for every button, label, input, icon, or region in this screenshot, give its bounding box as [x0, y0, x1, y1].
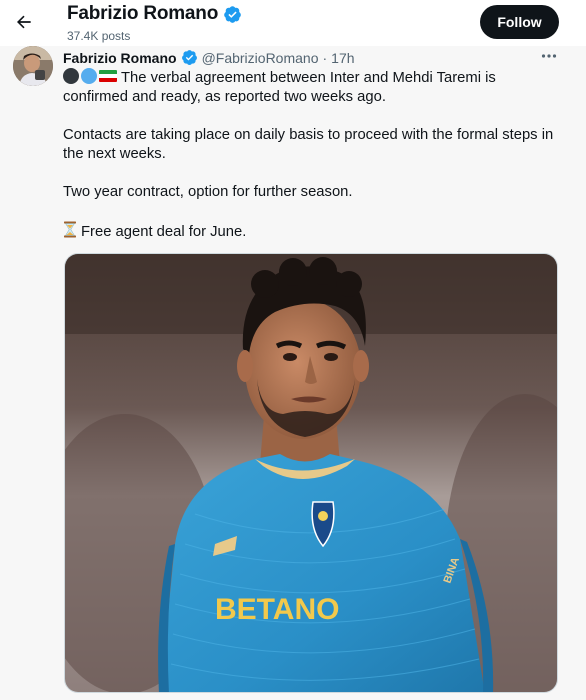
emoji-group — [63, 68, 117, 84]
black-circle-icon — [63, 68, 79, 84]
tweet-meta: Fabrizio Romano @FabrizioRomano · 17h — [63, 49, 355, 66]
tweet-time[interactable]: 17h — [331, 50, 354, 66]
author-name[interactable]: Fabrizio Romano — [63, 50, 177, 66]
post-count: 37.4K posts — [67, 29, 131, 43]
profile-title: Fabrizio Romano — [67, 3, 242, 25]
back-arrow-icon — [17, 15, 31, 29]
verified-badge-icon — [181, 50, 197, 65]
tweet-text: The verbal agreement between Inter and M… — [63, 68, 563, 261]
blue-circle-icon — [81, 68, 97, 84]
avatar[interactable] — [13, 46, 53, 86]
tweet-paragraph-1: The verbal agreement between Inter and M… — [63, 68, 563, 107]
tweet-paragraph-3: Two year contract, option for further se… — [63, 184, 353, 200]
author-handle[interactable]: @FabrizioRomano — [202, 50, 319, 66]
tweet-line-4: Free agent deal for June. — [81, 224, 247, 240]
follow-button[interactable]: Follow — [480, 5, 559, 39]
back-button[interactable] — [10, 8, 38, 36]
more-options-button[interactable] — [538, 47, 560, 65]
tweet-paragraph-2: Contacts are taking place on daily basis… — [63, 127, 554, 162]
tweet-photo[interactable]: BETANO BINA — [64, 253, 558, 693]
tweet-line-1: The verbal agreement between Inter and M… — [63, 70, 496, 105]
jersey-sponsor-text: BETANO — [215, 593, 339, 626]
profile-header: Fabrizio Romano 37.4K posts Follow — [0, 0, 586, 46]
verified-badge-icon — [224, 5, 241, 23]
more-dots-icon — [541, 54, 557, 58]
profile-name: Fabrizio Romano — [67, 3, 219, 24]
iran-flag-icon — [99, 70, 117, 82]
tweet-paragraph-4: Free agent deal for June. — [63, 221, 563, 242]
tweet: Fabrizio Romano @FabrizioRomano · 17h Th… — [0, 46, 586, 700]
meta-separator: · — [322, 49, 328, 66]
hourglass-icon — [64, 221, 76, 238]
